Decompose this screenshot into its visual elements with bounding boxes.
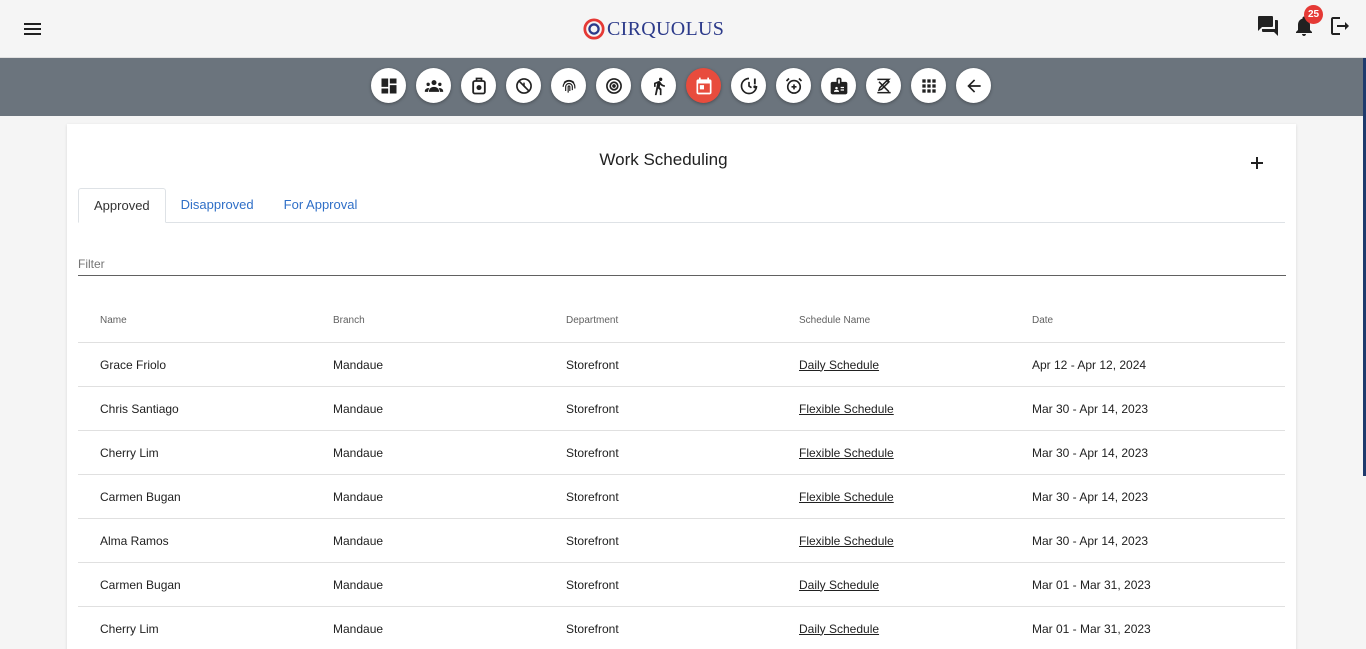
schedule-name-link[interactable]: Daily Schedule [799,578,879,592]
cell-date: Mar 30 - Apr 14, 2023 [1032,489,1149,504]
cell-branch: Mandaue [333,357,384,372]
table-row[interactable]: Alma Ramos Mandaue Storefront Flexible S… [78,519,1285,563]
schedule-name-link[interactable]: Flexible Schedule [799,490,894,504]
column-header-name[interactable]: Name [78,315,311,326]
add-schedule-button[interactable] [1245,151,1269,175]
cell-branch: Mandaue [333,489,384,504]
table-row[interactable]: Chris Santiago Mandaue Storefront Flexib… [78,387,1285,431]
cell-branch: Mandaue [333,401,384,416]
leave-icon[interactable] [461,68,496,103]
chat-icon[interactable] [1256,14,1280,38]
id-badge-icon[interactable] [821,68,856,103]
work-scheduling-card: Work Scheduling Approved Disapproved For… [67,124,1296,649]
top-app-bar: CIRQUOLUS 25 [0,0,1366,58]
cell-name: Carmen Bugan [100,577,181,592]
dashboard-icon[interactable] [371,68,406,103]
column-header-branch[interactable]: Branch [311,315,544,326]
cell-department: Storefront [566,401,619,416]
cell-date: Mar 01 - Mar 31, 2023 [1032,577,1151,592]
tab-approved[interactable]: Approved [78,188,166,223]
cell-name: Alma Ramos [100,533,169,548]
calendar-icon[interactable] [686,68,721,103]
alarm-add-icon[interactable] [776,68,811,103]
cell-department: Storefront [566,621,619,636]
cell-department: Storefront [566,489,619,504]
apps-grid-icon[interactable] [911,68,946,103]
hamburger-menu-icon[interactable] [20,17,44,41]
module-nav-bar [0,58,1366,116]
absence-icon[interactable] [506,68,541,103]
cell-name: Cherry Lim [100,621,159,636]
running-icon[interactable] [641,68,676,103]
cell-date: Mar 01 - Mar 31, 2023 [1032,621,1151,636]
cell-date: Mar 30 - Apr 14, 2023 [1032,401,1149,416]
signature-icon[interactable] [866,68,901,103]
brand-name: CIRQUOLUS [607,17,725,40]
column-header-date[interactable]: Date [1010,315,1285,326]
cell-department: Storefront [566,445,619,460]
cell-branch: Mandaue [333,621,384,636]
overtime-icon[interactable] [731,68,766,103]
table-row[interactable]: Carmen Bugan Mandaue Storefront Daily Sc… [78,563,1285,607]
cell-date: Apr 12 - Apr 12, 2024 [1032,357,1147,372]
brand-logo-mark [583,18,605,40]
fingerprint-icon[interactable] [551,68,586,103]
cell-date: Mar 30 - Apr 14, 2023 [1032,533,1149,548]
team-icon[interactable] [416,68,451,103]
schedule-name-link[interactable]: Flexible Schedule [799,402,894,416]
cell-department: Storefront [566,533,619,548]
table-row[interactable]: Grace Friolo Mandaue Storefront Daily Sc… [78,343,1285,387]
cell-name: Chris Santiago [100,401,179,416]
notification-badge: 25 [1304,5,1323,24]
cell-department: Storefront [566,357,619,372]
back-arrow-icon[interactable] [956,68,991,103]
tab-disapproved[interactable]: Disapproved [166,188,269,223]
bell-icon[interactable]: 25 [1292,5,1323,38]
schedule-table: Name Branch Department Schedule Name Dat… [78,298,1285,649]
cell-branch: Mandaue [333,533,384,548]
schedule-name-link[interactable]: Daily Schedule [799,622,879,636]
status-tabs: Approved Disapproved For Approval [78,188,1285,223]
filter-input[interactable] [78,248,1286,275]
cell-branch: Mandaue [333,577,384,592]
schedule-name-link[interactable]: Flexible Schedule [799,446,894,460]
table-header-row: Name Branch Department Schedule Name Dat… [78,298,1285,343]
logout-icon[interactable] [1328,14,1352,38]
cell-name: Carmen Bugan [100,489,181,504]
target-icon[interactable] [596,68,631,103]
table-row[interactable]: Carmen Bugan Mandaue Storefront Flexible… [78,475,1285,519]
page-title: Work Scheduling [599,150,728,169]
cell-department: Storefront [566,577,619,592]
filter-field [78,248,1286,276]
schedule-name-link[interactable]: Flexible Schedule [799,534,894,548]
table-row[interactable]: Cherry Lim Mandaue Storefront Daily Sche… [78,607,1285,649]
cell-name: Grace Friolo [100,357,167,372]
cell-branch: Mandaue [333,445,384,460]
column-header-schedule-name[interactable]: Schedule Name [777,315,1010,326]
schedule-name-link[interactable]: Daily Schedule [799,358,879,372]
table-row[interactable]: Cherry Lim Mandaue Storefront Flexible S… [78,431,1285,475]
cell-name: Cherry Lim [100,445,159,460]
brand-logo[interactable]: CIRQUOLUS [583,16,724,42]
column-header-department[interactable]: Department [544,315,777,326]
cell-date: Mar 30 - Apr 14, 2023 [1032,445,1149,460]
tab-for-approval[interactable]: For Approval [269,188,373,223]
